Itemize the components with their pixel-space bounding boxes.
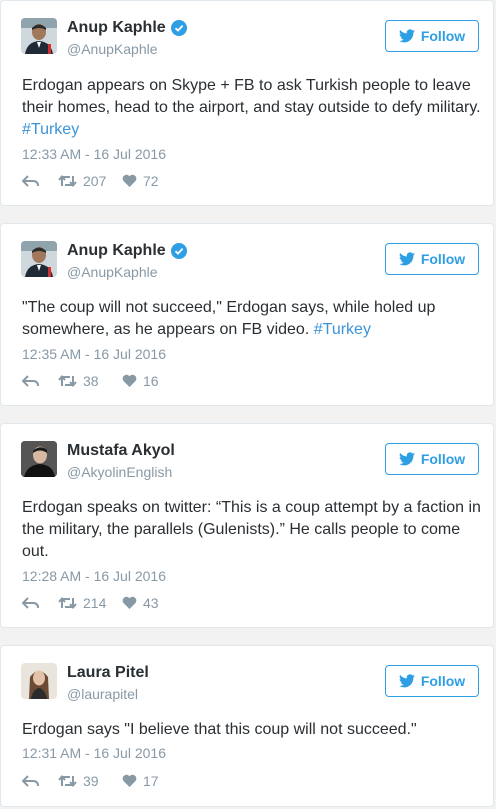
tweet-body: Erdogan speaks on twitter: “This is a co… [22,499,481,560]
reply-button[interactable] [22,774,58,788]
retweet-icon [58,596,77,610]
avatar[interactable] [21,18,57,54]
tweet-card: Anup Kaphle @AnupKaphle Follow "The coup… [0,223,494,406]
verified-badge-icon [170,20,187,36]
author-name-text: Anup Kaphle [67,19,166,36]
verified-badge-icon [170,243,187,259]
reply-icon [22,775,39,787]
heart-icon [122,374,137,387]
timestamp[interactable]: 12:28 AM - 16 Jul 2016 [22,568,166,584]
tweet-card: Anup Kaphle @AnupKaphle Follow Erdogan a… [0,0,494,206]
reply-button[interactable] [22,374,58,388]
twitter-bird-icon [398,674,415,688]
like-count: 17 [143,773,159,789]
tweet-card: Laura Pitel @laurapitel Follow Erdogan s… [0,645,494,807]
tweet-body: Erdogan says "I believe that this coup w… [22,721,417,738]
like-button[interactable]: 17 [122,773,159,789]
timestamp[interactable]: 12:31 AM - 16 Jul 2016 [22,745,166,761]
like-count: 16 [143,373,159,389]
twitter-bird-icon [398,452,415,466]
avatar[interactable] [21,441,57,477]
hashtag-link[interactable]: #Turkey [314,321,371,338]
timestamp[interactable]: 12:33 AM - 16 Jul 2016 [22,146,166,162]
author-name-text: Anup Kaphle [67,242,166,259]
author-name-text: Mustafa Akyol [67,442,175,459]
author-handle[interactable]: @AnupKaphle [67,264,158,280]
reply-button[interactable] [22,174,58,188]
follow-button[interactable]: Follow [385,665,479,697]
follow-label: Follow [420,251,466,267]
follow-button[interactable]: Follow [385,443,479,475]
tweet-text: Erdogan says "I believe that this coup w… [22,719,482,741]
heart-icon [122,174,137,187]
hashtag-link[interactable]: #Turkey [22,121,79,138]
follow-label: Follow [420,673,466,689]
avatar[interactable] [21,241,57,277]
author-handle[interactable]: @AnupKaphle [67,41,158,57]
like-count: 43 [143,595,159,611]
tweet-card: Mustafa Akyol @AkyolinEnglish Follow Erd… [0,423,494,628]
follow-label: Follow [420,28,466,44]
timestamp[interactable]: 12:35 AM - 16 Jul 2016 [22,346,166,362]
tweet-body: Erdogan appears on Skype + FB to ask Tur… [22,77,481,116]
retweet-count: 38 [83,373,99,389]
avatar[interactable] [21,663,57,699]
retweet-count: 207 [83,173,107,189]
tweet-actions: 214 43 [22,595,159,611]
twitter-bird-icon [398,29,415,43]
reply-icon [22,375,39,387]
like-button[interactable]: 16 [122,373,159,389]
tweet-text: Erdogan appears on Skype + FB to ask Tur… [22,75,482,141]
follow-button[interactable]: Follow [385,243,479,275]
retweet-icon [58,174,77,188]
retweet-button[interactable]: 207 [58,173,122,189]
retweet-count: 214 [83,595,107,611]
twitter-bird-icon [398,252,415,266]
reply-icon [22,597,39,609]
tweet-actions: 39 17 [22,773,159,789]
retweet-icon [58,774,77,788]
retweet-button[interactable]: 214 [58,595,122,611]
reply-icon [22,175,39,187]
retweet-icon [58,374,77,388]
author-name[interactable]: Anup Kaphle [67,242,187,260]
author-name[interactable]: Anup Kaphle [67,19,187,37]
tweet-text: Erdogan speaks on twitter: “This is a co… [22,497,482,563]
heart-icon [122,596,137,609]
follow-label: Follow [420,451,466,467]
tweet-actions: 38 16 [22,373,159,389]
tweet-actions: 207 72 [22,173,159,189]
like-count: 72 [143,173,159,189]
author-name-text: Laura Pitel [67,664,149,681]
reply-button[interactable] [22,596,58,610]
retweet-button[interactable]: 38 [58,373,122,389]
like-button[interactable]: 43 [122,595,159,611]
author-handle[interactable]: @AkyolinEnglish [67,464,172,480]
author-handle[interactable]: @laurapitel [67,686,138,702]
retweet-count: 39 [83,773,99,789]
like-button[interactable]: 72 [122,173,159,189]
tweet-body: "The coup will not succeed," Erdogan say… [22,299,436,338]
author-name[interactable]: Mustafa Akyol [67,442,175,460]
heart-icon [122,774,137,787]
author-name[interactable]: Laura Pitel [67,664,149,682]
follow-button[interactable]: Follow [385,20,479,52]
retweet-button[interactable]: 39 [58,773,122,789]
tweet-text: "The coup will not succeed," Erdogan say… [22,297,482,341]
